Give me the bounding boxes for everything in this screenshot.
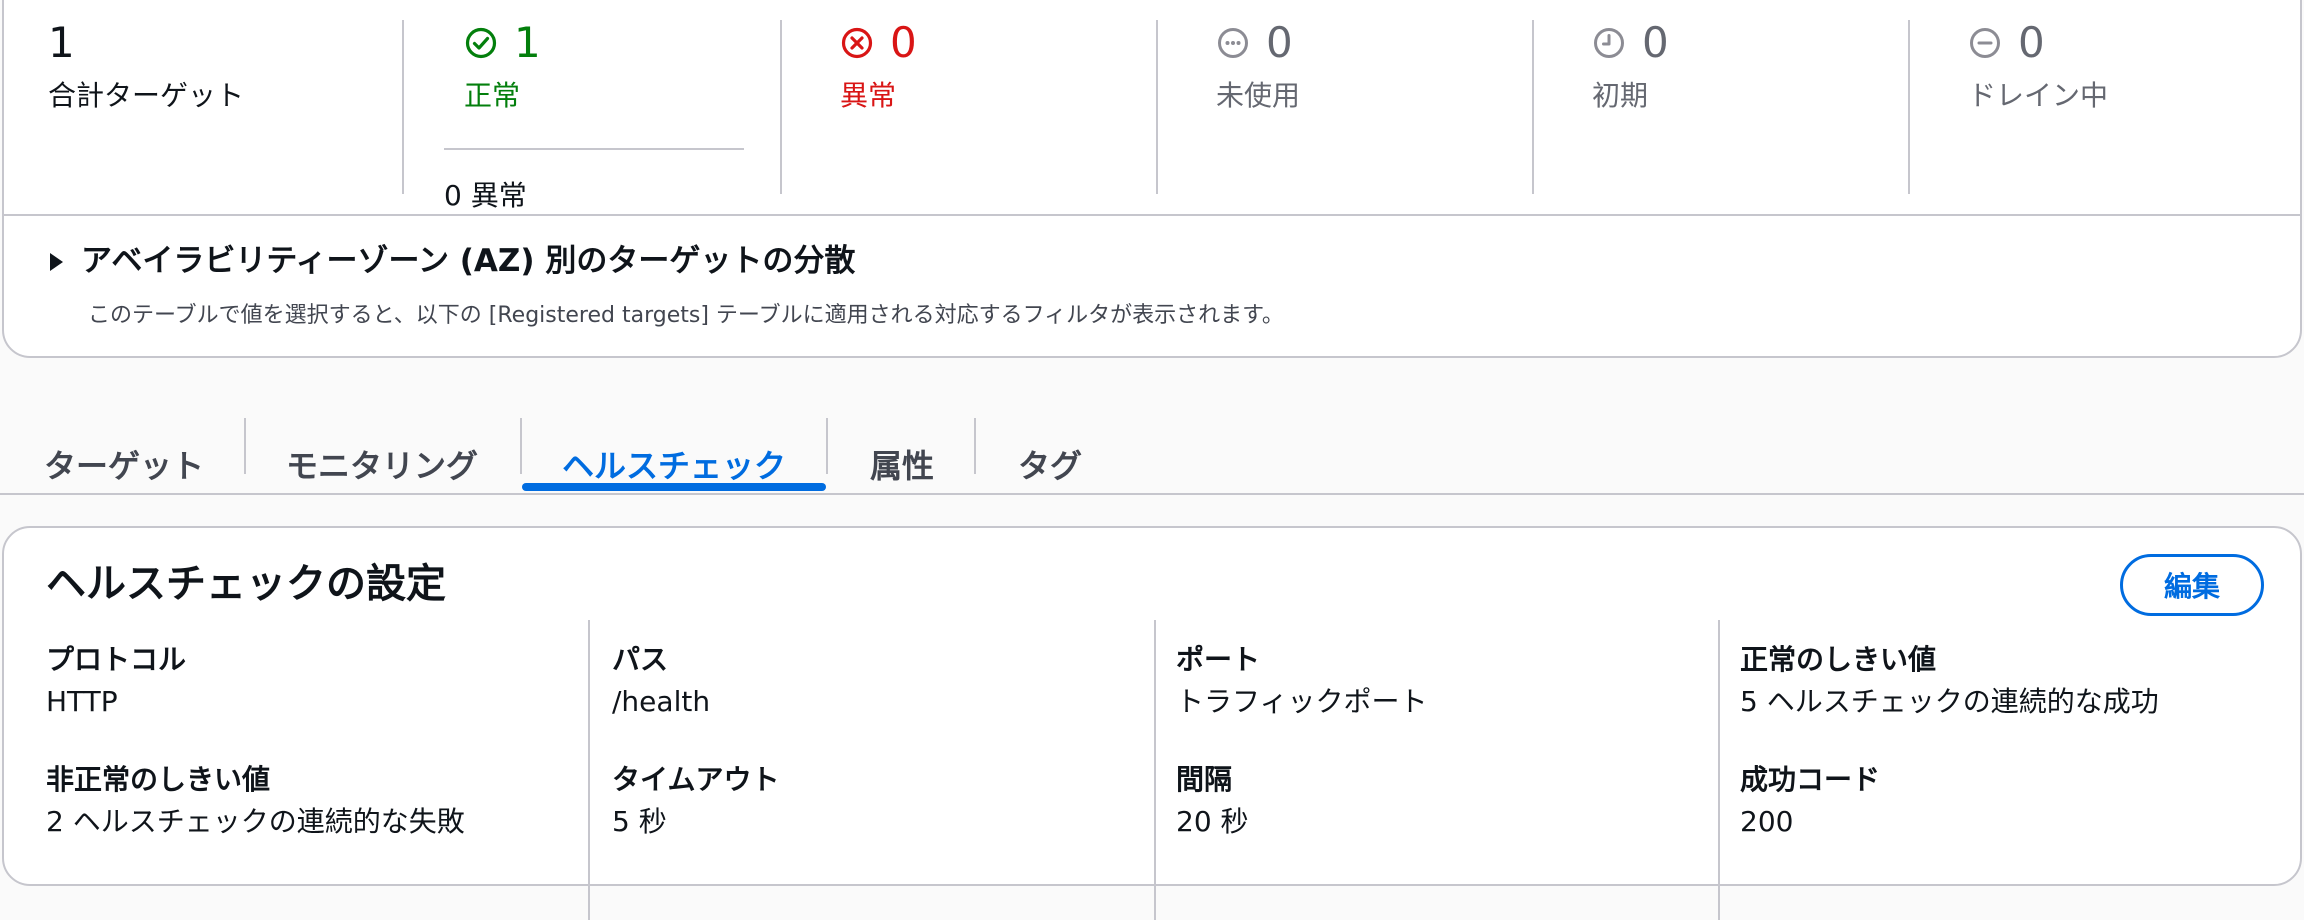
metric-total-targets: 1 合計ターゲット [48,20,244,194]
minus-circle-icon [1968,26,2002,60]
field-key: タイムアウト [612,763,780,796]
check-circle-icon [464,26,498,60]
metric-draining[interactable]: 0 ドレイン中 [1968,20,2108,194]
field-value: /health [612,685,711,718]
health-check-settings-panel: ヘルスチェックの設定 編集 プロトコル HTTP パス /health ポート … [2,526,2302,920]
target-summary-panel: 1 合計ターゲット 1 正常 0 異常 0 異常 0 未使用 0 初期 0 ドレ… [2,0,2302,358]
metric-initial[interactable]: 0 初期 [1592,20,1669,194]
dots-circle-icon [1216,26,1250,60]
field-key: ポート [1176,643,1261,676]
az-distribution-description: このテーブルで値を選択すると、以下の [Registered targets] … [88,303,1284,328]
port-field: ポート トラフィックポート [1176,646,1427,716]
column-separator [1154,620,1156,920]
field-value: HTTP [46,685,118,718]
tab-tags[interactable]: タグ [1018,421,1098,491]
total-targets-value: 1 [48,18,75,67]
clock-circle-icon [1592,26,1626,60]
unhealthy-label: 異常 [840,79,897,112]
tab-health-checks[interactable]: ヘルスチェック [522,421,826,491]
field-value: 5 ヘルスチェックの連続的な成功 [1740,685,2159,718]
unhealthy-threshold-field: 非正常のしきい値 2 ヘルスチェックの連続的な失敗 [46,766,465,836]
caret-right-icon [50,252,63,271]
healthy-value: 1 [514,18,541,67]
az-distribution-title: アベイラビリティーゾーン (AZ) 別のターゲットの分散 [81,243,856,279]
az-distribution-toggle[interactable]: アベイラビリティーゾーン (AZ) 別のターゲットの分散 [50,246,2260,277]
metric-separator [402,20,404,194]
timeout-field: タイムアウト 5 秒 [612,766,779,836]
field-key: 非正常のしきい値 [46,763,271,796]
field-key: パス [612,643,669,676]
protocol-field: プロトコル HTTP [46,646,186,716]
metric-separator [1156,20,1158,194]
interval-field: 間隔 20 秒 [1176,766,1249,836]
tab-separator [974,418,976,474]
tab-separator [826,418,828,474]
field-value: トラフィックポート [1176,685,1428,718]
healthy-threshold-field: 正常のしきい値 5 ヘルスチェックの連続的な成功 [1740,646,2159,716]
tab-bar: ターゲット モニタリング ヘルスチェック 属性 タグ [0,395,2304,495]
column-separator [1718,620,1720,920]
field-value: 2 ヘルスチェックの連続的な失敗 [46,805,465,838]
total-targets-label: 合計ターゲット [48,79,245,112]
tab-separator [244,418,246,474]
field-value: 20 秒 [1176,805,1249,838]
metric-separator [1908,20,1910,194]
field-key: 間隔 [1176,763,1233,796]
field-key: 成功コード [1740,763,1881,796]
field-value: 200 [1740,805,1794,838]
az-divider [4,214,2300,216]
az-distribution-section: アベイラビリティーゾーン (AZ) 別のターゲットの分散 このテーブルで値を選択… [50,246,2260,329]
field-key: プロトコル [46,643,187,676]
metric-separator [1532,20,1534,194]
healthy-label: 正常 [464,79,521,112]
unhealthy-value: 0 [890,18,917,67]
x-circle-icon [840,26,874,60]
field-value: 5 秒 [612,805,667,838]
health-check-settings-title: ヘルスチェックの設定 [46,561,446,607]
initial-value: 0 [1642,18,1669,67]
metric-separator [780,20,782,194]
draining-label: ドレイン中 [1968,79,2109,112]
path-field: パス /health [612,646,710,716]
column-separator [588,620,590,920]
unused-value: 0 [1266,18,1293,67]
initial-label: 初期 [1592,79,1649,112]
tab-attributes[interactable]: 属性 [870,421,950,491]
tab-monitoring[interactable]: モニタリング [286,421,486,491]
metric-unused[interactable]: 0 未使用 [1216,20,1300,194]
healthy-divider [444,148,744,150]
field-key: 正常のしきい値 [1740,643,1937,676]
draining-value: 0 [2018,18,2045,67]
edit-button[interactable]: 編集 [2120,554,2264,616]
healthy-sub-unhealthy: 0 異常 [444,179,527,212]
tab-targets[interactable]: ターゲット [44,421,204,491]
success-codes-field: 成功コード 200 [1740,766,1880,836]
metric-healthy[interactable]: 1 正常 0 異常 [444,18,744,212]
tab-separator [520,418,522,474]
active-tab-indicator [522,483,826,491]
metric-unhealthy[interactable]: 0 異常 [840,20,917,194]
unused-label: 未使用 [1216,79,1301,112]
